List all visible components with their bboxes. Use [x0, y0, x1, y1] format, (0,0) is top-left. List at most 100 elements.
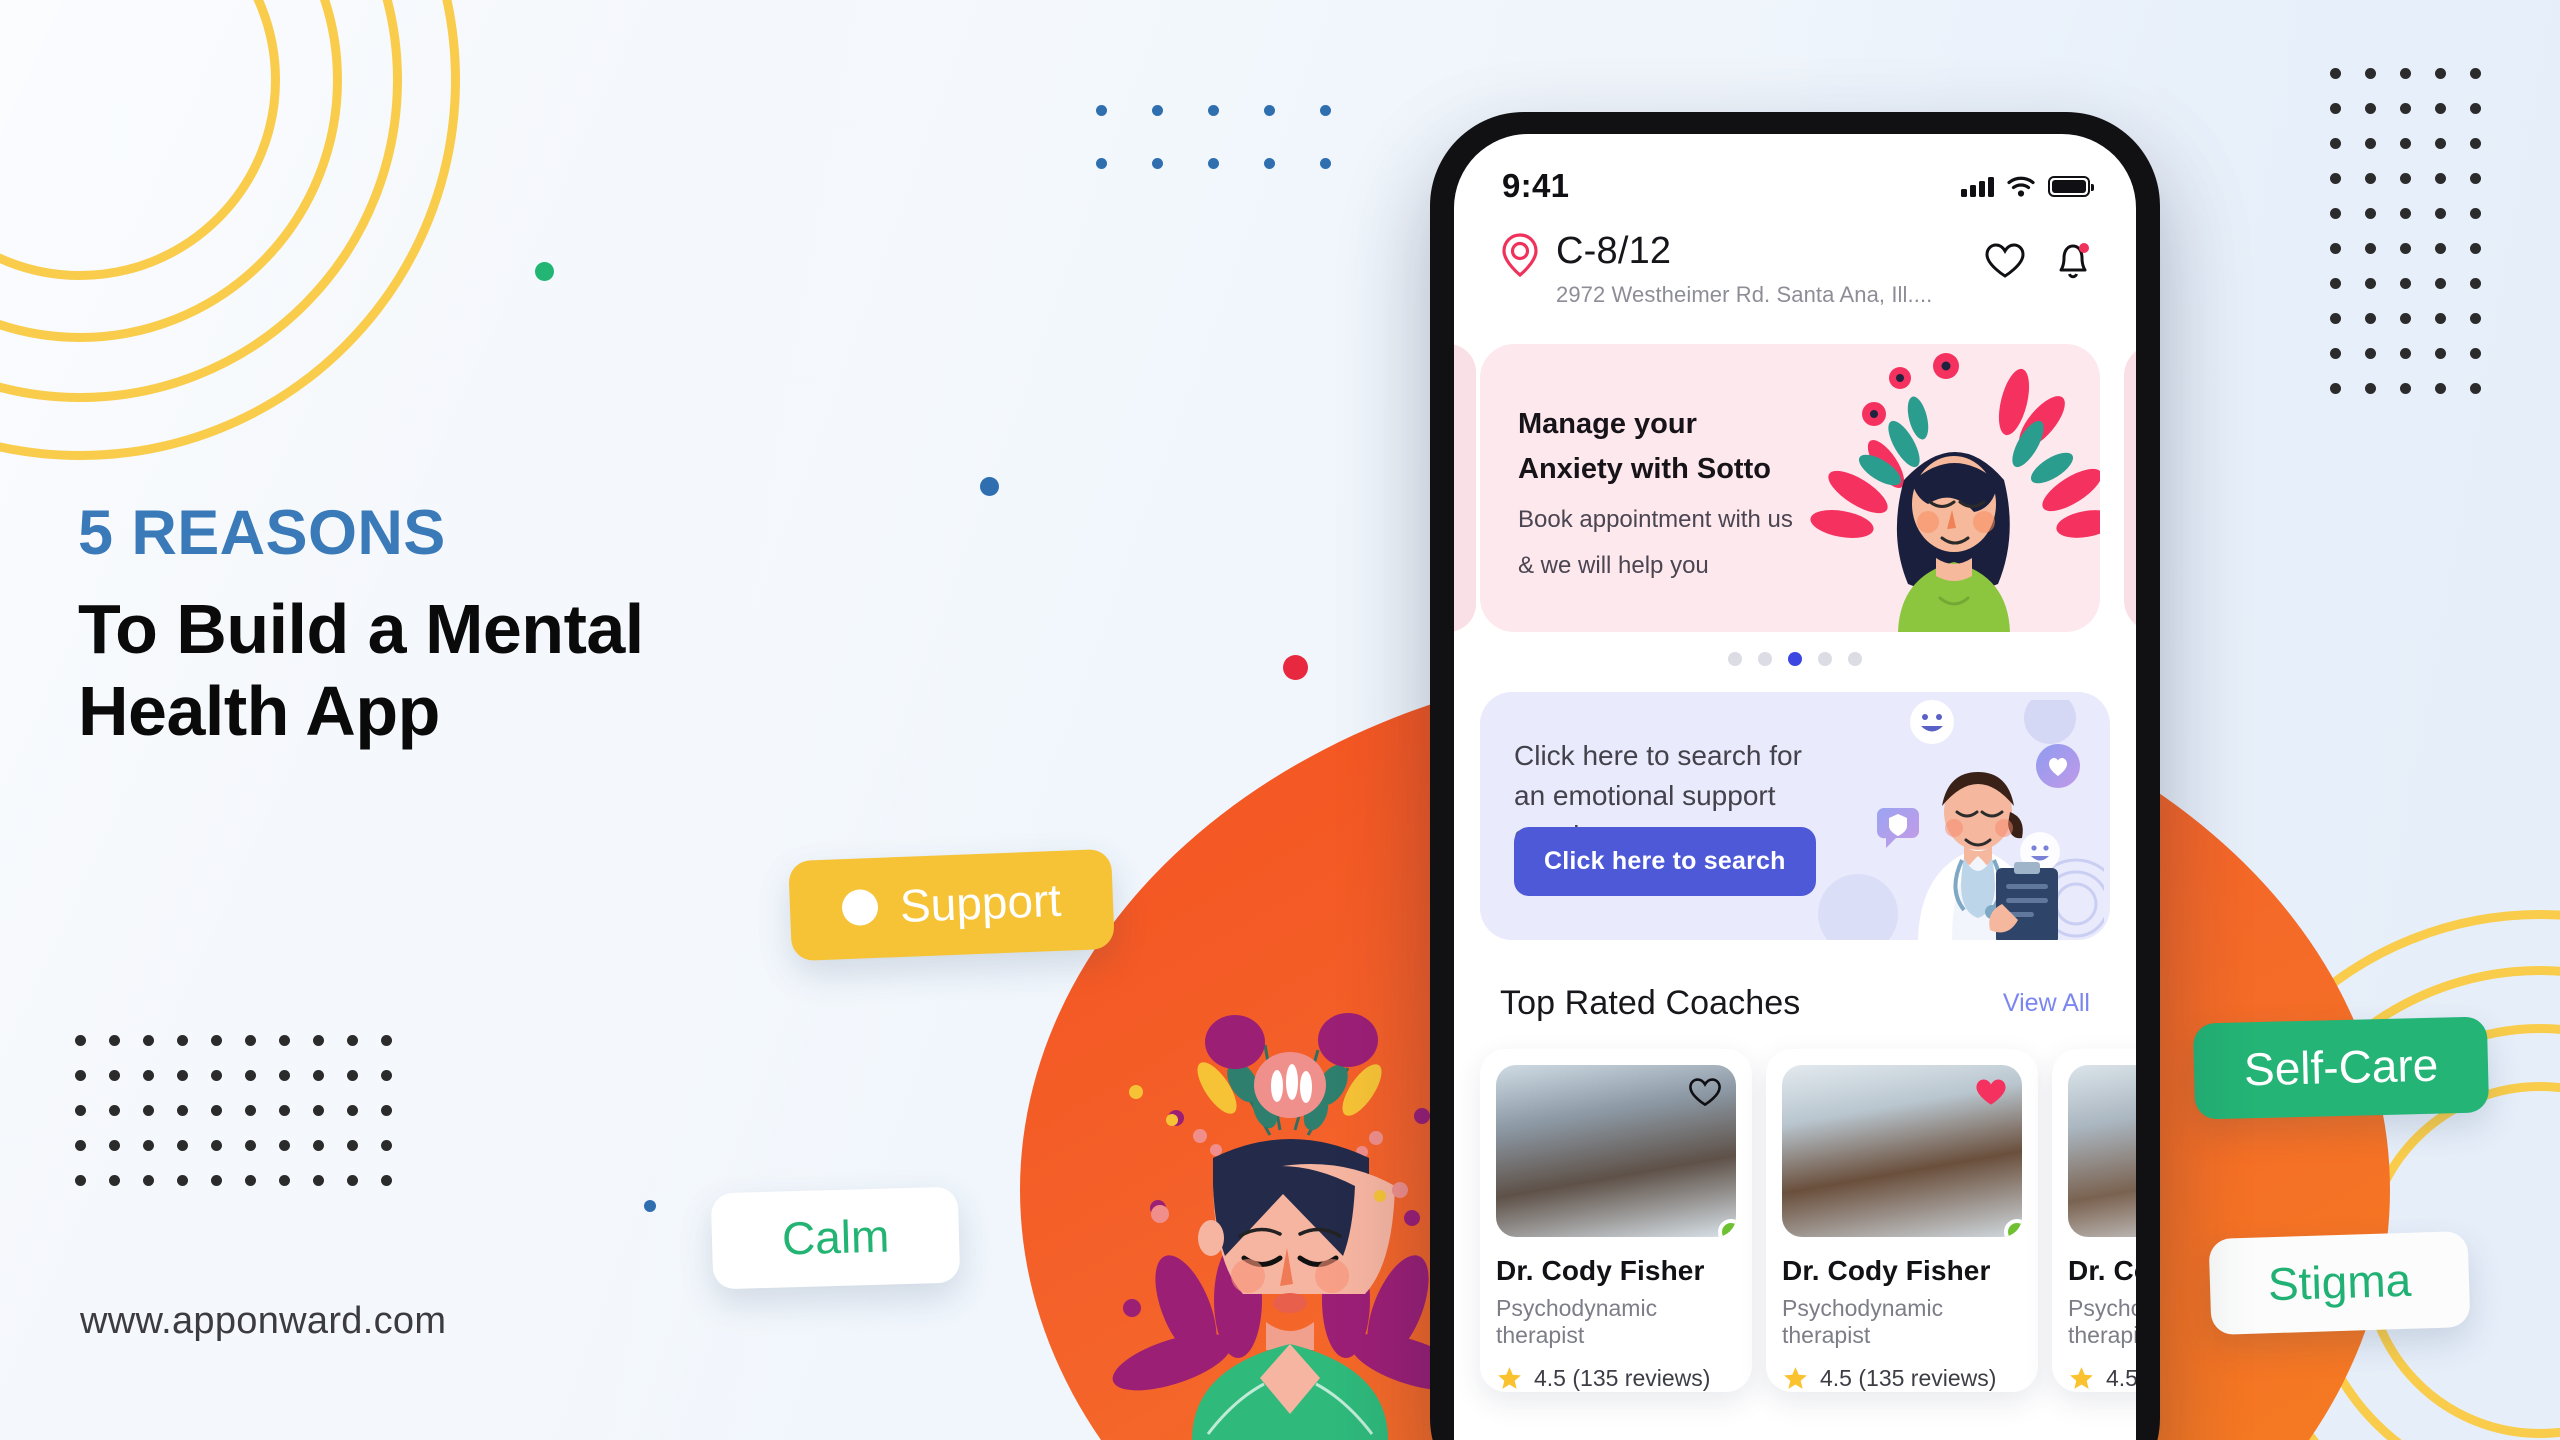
view-all-link[interactable]: View All — [2003, 989, 2090, 1018]
grid-dot — [2400, 313, 2411, 324]
tag-pill-label: Stigma — [2267, 1253, 2412, 1311]
decor-dot-blue — [980, 477, 999, 496]
grid-dot — [245, 1175, 256, 1186]
page-title-line-1: To Build a Mental — [78, 589, 644, 668]
grid-dot — [2435, 348, 2446, 359]
promo-banner-active[interactable]: Manage your Anxiety with Sotto Book appo… — [1480, 343, 2100, 632]
online-status-dot — [2004, 1218, 2022, 1237]
promo-banner-previous[interactable] — [1454, 343, 1476, 632]
online-status-dot — [1718, 1218, 1736, 1237]
grid-dot — [143, 1140, 154, 1151]
cellular-signal-icon — [1961, 176, 1994, 197]
grid-dot — [143, 1035, 154, 1046]
grid-dot — [75, 1070, 86, 1081]
coach-photo — [2068, 1064, 2136, 1237]
carousel-dot[interactable] — [1818, 651, 1832, 666]
grid-dot — [381, 1035, 392, 1046]
search-button[interactable]: Click here to search — [1514, 826, 1816, 896]
grid-dot — [279, 1035, 290, 1046]
promo-title-line-2: Anxiety with Sotto — [1518, 452, 1771, 485]
heart-outline-icon[interactable] — [1984, 242, 2026, 280]
grid-dot — [177, 1140, 188, 1151]
grid-dot — [2330, 348, 2341, 359]
bell-icon[interactable] — [2054, 240, 2092, 282]
grid-dot — [2365, 348, 2376, 359]
grid-dot — [279, 1175, 290, 1186]
wifi-icon — [2007, 176, 2035, 197]
grid-dot — [1264, 105, 1275, 116]
grid-dot — [211, 1105, 222, 1116]
carousel-indicators[interactable] — [1454, 651, 2136, 666]
grid-dot — [2435, 278, 2446, 289]
grid-dot — [313, 1035, 324, 1046]
dot-grid-left — [75, 1035, 415, 1210]
location-info[interactable]: C-8/12 2972 Westheimer Rd. Santa Ana, Il… — [1500, 230, 1932, 308]
grid-dot — [2400, 243, 2411, 254]
carousel-dot[interactable] — [1728, 651, 1742, 666]
grid-dot — [177, 1035, 188, 1046]
search-coach-card[interactable]: Click here to search for an emotional su… — [1480, 691, 2110, 940]
dot-grid-top-center — [1096, 105, 1376, 211]
grid-dot — [177, 1070, 188, 1081]
grid-dot — [2330, 208, 2341, 219]
battery-full-icon — [2048, 175, 2094, 197]
coach-role: Psychodynamic therapist — [1496, 1294, 1658, 1348]
promo-banner-next[interactable] — [2124, 343, 2136, 632]
grid-dot — [2400, 68, 2411, 79]
heart-filled-icon[interactable] — [1974, 1077, 2008, 1108]
grid-dot — [381, 1105, 392, 1116]
grid-dot — [381, 1070, 392, 1081]
grid-dot — [2365, 243, 2376, 254]
page-title-line-2: Health App — [78, 671, 440, 750]
grid-dot — [2400, 173, 2411, 184]
grid-dot — [2470, 68, 2481, 79]
grid-dot — [2365, 103, 2376, 114]
coach-card[interactable]: Dr. Cody Fisher Psychodynamic therapist … — [1480, 1048, 1752, 1392]
grid-dot — [2330, 68, 2341, 79]
grid-dot — [313, 1140, 324, 1151]
promo-carousel[interactable]: Manage your Anxiety with Sotto Book appo… — [1454, 343, 2136, 632]
decor-dot-green — [535, 262, 554, 281]
grid-dot — [2400, 348, 2411, 359]
grid-dot — [211, 1175, 222, 1186]
grid-dot — [109, 1105, 120, 1116]
coach-list[interactable]: Dr. Cody Fisher Psychodynamic therapist … — [1454, 1023, 2136, 1392]
header-actions — [1984, 232, 2092, 282]
grid-dot — [2330, 278, 2341, 289]
grid-dot — [2470, 208, 2481, 219]
coach-rating: 4.5 (135 reviews) — [2068, 1365, 2136, 1392]
tag-pill-stigma[interactable]: Stigma — [2208, 1230, 2471, 1336]
grid-dot — [109, 1175, 120, 1186]
coach-rating-text: 4.5 (135 reviews) — [1534, 1364, 1711, 1391]
grid-dot — [381, 1175, 392, 1186]
heart-outline-icon[interactable] — [1688, 1077, 1722, 1108]
grid-dot — [313, 1070, 324, 1081]
grid-dot — [1208, 158, 1219, 169]
coach-card[interactable]: Dr. Cody Fisher Psychodynamic therapist … — [1766, 1048, 2038, 1392]
coach-rating: 4.5 (135 reviews) — [1782, 1365, 2022, 1392]
decor-dot-red — [1283, 655, 1308, 680]
grid-dot — [2330, 103, 2341, 114]
grid-dot — [381, 1140, 392, 1151]
grid-dot — [75, 1035, 86, 1046]
grid-dot — [2470, 313, 2481, 324]
promo-woman-illustration — [1810, 352, 2100, 632]
coach-card[interactable]: Dr. Cody Fisher Psychodynamic therapist … — [2052, 1048, 2136, 1392]
section-title: Top Rated Coaches — [1500, 983, 1801, 1022]
carousel-dot[interactable] — [1848, 651, 1862, 666]
grid-dot — [2400, 208, 2411, 219]
coach-role: Psychodynamic therapist — [1782, 1294, 1944, 1348]
tag-pill-calm[interactable]: Calm — [710, 1186, 961, 1290]
carousel-dot[interactable] — [1788, 651, 1802, 666]
grid-dot — [2330, 138, 2341, 149]
grid-dot — [2330, 173, 2341, 184]
tag-pill-self-care[interactable]: Self-Care — [2192, 1016, 2490, 1120]
decor-dot-blue-small — [644, 1200, 656, 1212]
bullet-dot-icon — [841, 888, 879, 927]
location-title: C-8/12 — [1556, 230, 1672, 272]
star-icon — [1784, 1367, 1807, 1390]
carousel-dot[interactable] — [1758, 651, 1772, 666]
grid-dot — [347, 1175, 358, 1186]
grid-dot — [2365, 173, 2376, 184]
tag-pill-support[interactable]: Support — [788, 848, 1115, 962]
